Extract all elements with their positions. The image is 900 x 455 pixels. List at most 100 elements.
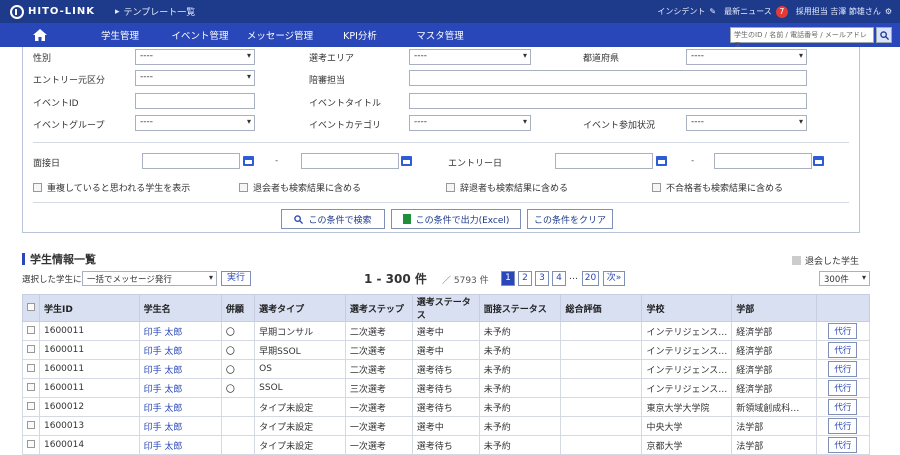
proxy-button[interactable]: 代行: [828, 437, 858, 453]
col-interview-status[interactable]: 面接ステータス: [478, 294, 562, 322]
proxy-button[interactable]: 代行: [828, 399, 858, 415]
nav-master[interactable]: マスタ管理: [400, 28, 480, 42]
logo-mark-icon: [10, 4, 24, 19]
nav-students[interactable]: 学生管理: [80, 28, 160, 42]
cell-school: 中央大学: [641, 416, 733, 436]
calendar-icon[interactable]: [401, 156, 412, 166]
bulk-action-select[interactable]: 一括でメッセージ発行: [82, 271, 217, 286]
checkbox-box: [27, 401, 35, 410]
page-1-button[interactable]: 1: [501, 271, 515, 286]
col-selection-step[interactable]: 選考ステップ: [344, 294, 413, 322]
student-search-input[interactable]: 学生のID / 名前 / 電話番号 / メールアドレス: [730, 27, 874, 49]
event-group-select[interactable]: ----: [135, 115, 255, 131]
user-menu[interactable]: 採用担当 吉澤 節雄さん ⚙: [796, 6, 892, 17]
next-page-button[interactable]: 次»: [603, 271, 625, 286]
divider: [33, 142, 849, 143]
cell-student-name[interactable]: 印手 太郎: [138, 340, 222, 360]
cell-interview-status: 未予約: [478, 359, 562, 379]
checkbox-label: 辞退者も検索結果に含める: [460, 184, 569, 194]
row-checkbox[interactable]: [22, 435, 40, 455]
cell-concurrent: [220, 435, 256, 455]
include-declined-checkbox[interactable]: 辞退者も検索結果に含める: [446, 181, 568, 194]
proxy-button[interactable]: 代行: [828, 323, 858, 339]
search-icon: [294, 214, 304, 224]
cell-student-name[interactable]: 印手 太郎: [138, 378, 222, 398]
page-2-button[interactable]: 2: [518, 271, 532, 286]
date-range-dash: -: [691, 156, 695, 166]
event-category-select[interactable]: ----: [409, 115, 531, 131]
show-duplicates-checkbox[interactable]: 重複していると思われる学生を表示: [33, 181, 190, 194]
cell-overall-rating: [560, 359, 643, 379]
app-logo[interactable]: HITO-LINK: [0, 4, 115, 19]
cell-student-name[interactable]: 印手 太郎: [138, 397, 222, 417]
calendar-icon[interactable]: [813, 156, 824, 166]
proxy-button[interactable]: 代行: [828, 418, 858, 434]
row-checkbox[interactable]: [22, 321, 40, 341]
nav-kpi[interactable]: KPI分析: [320, 28, 400, 42]
page-3-button[interactable]: 3: [535, 271, 549, 286]
divider: [33, 202, 849, 203]
calendar-icon[interactable]: [656, 156, 667, 166]
clear-filters-button[interactable]: この条件をクリア: [527, 209, 613, 229]
event-status-select[interactable]: ----: [686, 115, 807, 131]
event-title-input[interactable]: [409, 93, 807, 109]
cell-selection-type: タイプ未設定: [254, 416, 346, 436]
page-4-button[interactable]: 4: [552, 271, 566, 286]
export-excel-button[interactable]: この条件で出力(Excel): [391, 209, 521, 229]
nav-messages[interactable]: メッセージ管理: [240, 28, 320, 42]
per-page-select[interactable]: 300件: [819, 271, 870, 286]
col-student-name[interactable]: 学生名: [138, 294, 222, 322]
cell-student-name[interactable]: 印手 太郎: [138, 359, 222, 379]
incident-link[interactable]: インシデント ✎: [657, 6, 716, 17]
checkbox-box: [446, 183, 455, 192]
include-withdrawn-checkbox[interactable]: 退会者も検索結果に含める: [239, 181, 361, 194]
col-student-id[interactable]: 学生ID: [39, 294, 140, 322]
breadcrumb-current: テンプレート一覧: [123, 8, 196, 18]
proxy-button[interactable]: 代行: [828, 342, 858, 358]
include-rejected-checkbox[interactable]: 不合格者も検索結果に含める: [652, 181, 783, 194]
col-concurrent[interactable]: 併願: [220, 294, 256, 322]
proxy-button[interactable]: 代行: [828, 380, 858, 396]
entry-date-to-input[interactable]: [714, 153, 812, 169]
col-faculty[interactable]: 学部: [731, 294, 817, 322]
entry-date-from-input[interactable]: [555, 153, 653, 169]
cell-student-name[interactable]: 印手 太郎: [138, 321, 222, 341]
interview-date-from-input[interactable]: [142, 153, 240, 169]
entry-class-select[interactable]: ----: [135, 70, 255, 86]
proxy-button[interactable]: 代行: [828, 361, 858, 377]
table-row: 1600012 印手 太郎 タイプ未設定 一次選考 選考待ち 未予約 東京大学大学院 新領域創…: [22, 397, 871, 417]
col-overall-rating[interactable]: 総合評価: [560, 294, 643, 322]
event-id-input[interactable]: [135, 93, 255, 109]
title-accent-bar: [22, 253, 25, 265]
table-row: 1600011 印手 太郎〇早期コンサル 二次選考 選考中 未予約 インテリジェンス… 経済…: [22, 321, 871, 341]
checkbox-box: [27, 420, 35, 429]
col-selection-type[interactable]: 選考タイプ: [254, 294, 346, 322]
run-button[interactable]: 実行: [221, 271, 251, 286]
cell-selection-type: 早期SSOL: [254, 340, 346, 360]
col-school[interactable]: 学校: [641, 294, 733, 322]
cell-student-name[interactable]: 印手 太郎: [138, 435, 222, 455]
search-button[interactable]: [876, 27, 892, 43]
row-checkbox[interactable]: [22, 378, 40, 398]
home-button[interactable]: [0, 29, 80, 41]
search-submit-button[interactable]: この条件で検索: [281, 209, 385, 229]
cell-school: インテリジェンス…: [641, 359, 733, 379]
calendar-icon[interactable]: [243, 156, 254, 166]
cell-concurrent: 〇: [220, 359, 256, 379]
nav-events[interactable]: イベント管理: [160, 28, 240, 42]
row-checkbox[interactable]: [22, 397, 40, 417]
cell-student-name[interactable]: 印手 太郎: [138, 416, 222, 436]
row-checkbox[interactable]: [22, 416, 40, 436]
area-select[interactable]: ----: [409, 49, 531, 65]
row-checkbox[interactable]: [22, 359, 40, 379]
recruiter-input[interactable]: [409, 70, 807, 86]
news-link[interactable]: 最新ニュース 7: [724, 5, 788, 18]
page-20-button[interactable]: 20: [582, 271, 599, 286]
prefecture-select[interactable]: ----: [686, 49, 807, 65]
interview-date-to-input[interactable]: [301, 153, 399, 169]
gender-select[interactable]: ----: [135, 49, 255, 65]
col-selection-status[interactable]: 選考ステータス: [411, 294, 480, 322]
row-checkbox[interactable]: [22, 340, 40, 360]
student-list-title: 学生情報一覧: [22, 251, 96, 267]
select-all-checkbox[interactable]: [22, 294, 40, 322]
